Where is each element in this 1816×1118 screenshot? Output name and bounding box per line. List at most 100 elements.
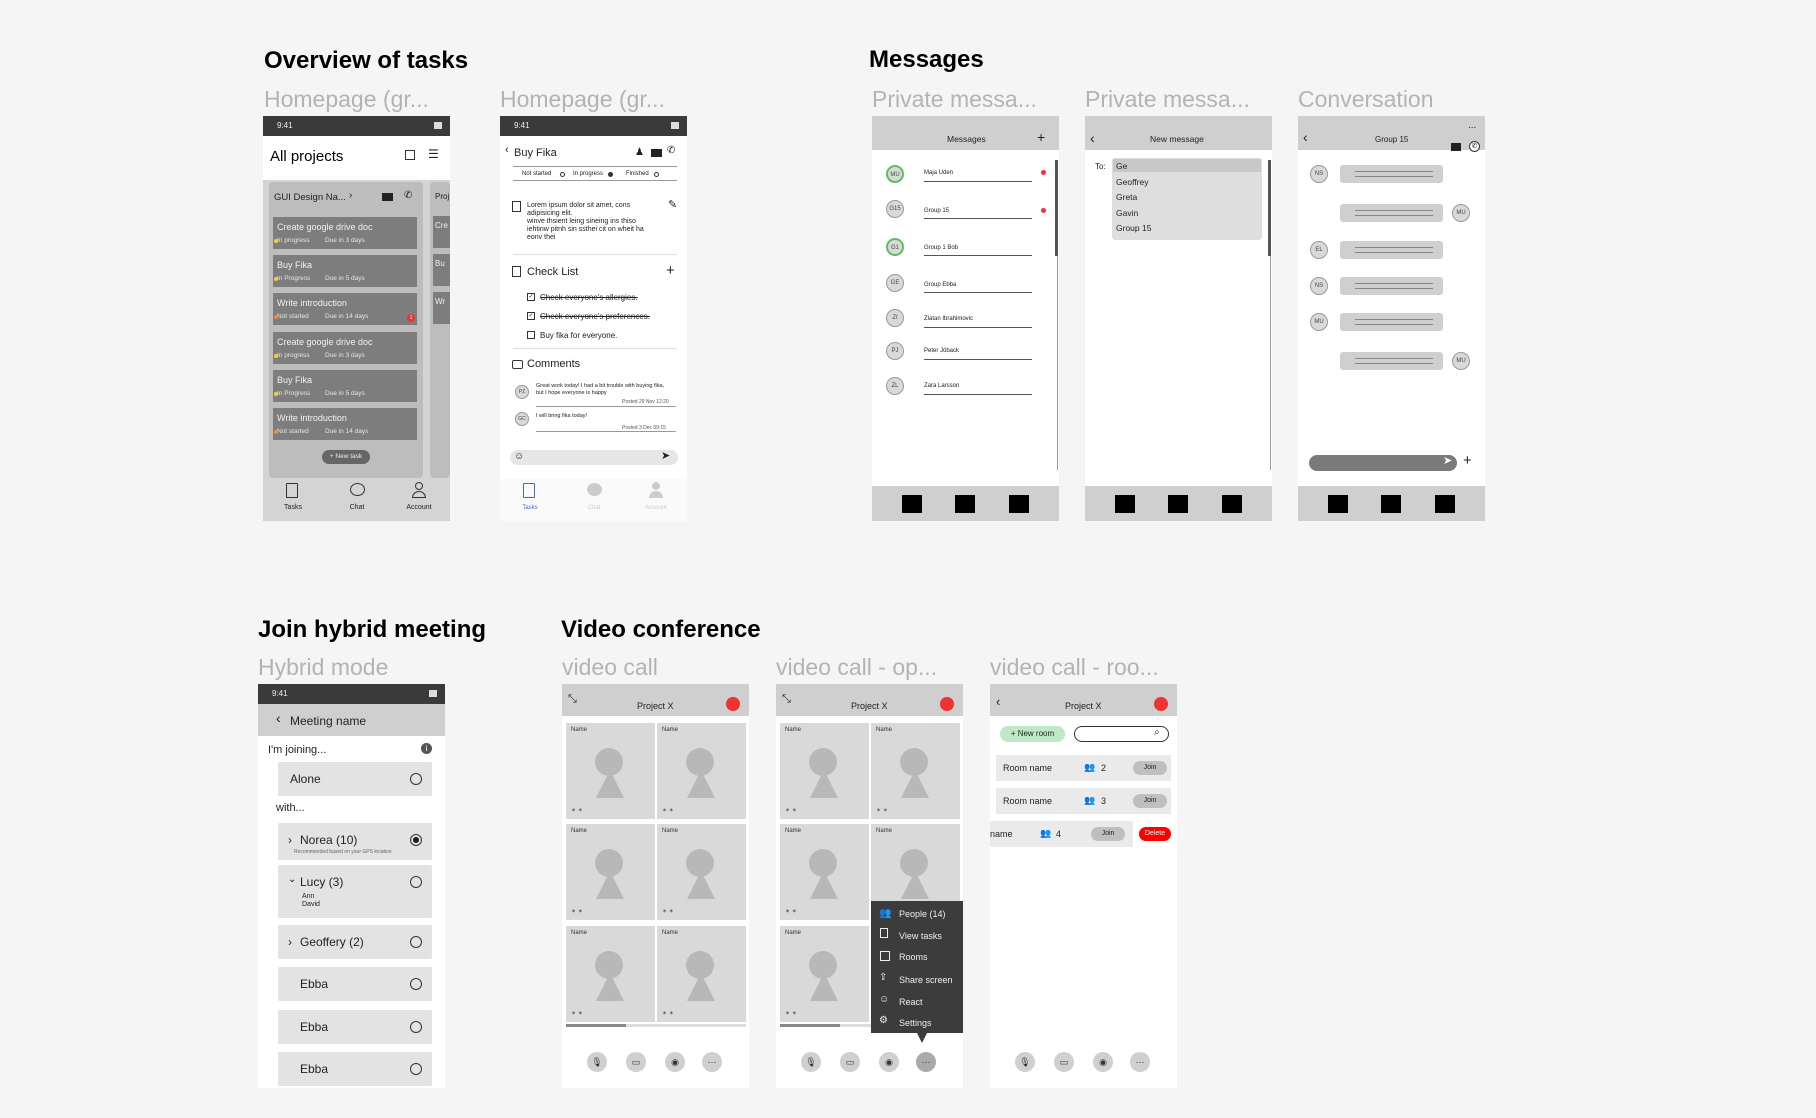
contact-name[interactable]: Zara Larsson [924,383,959,389]
leave-call-icon[interactable] [1154,697,1168,711]
microphone-icon[interactable]: 🎙 [1015,1052,1035,1072]
nav-chat-placeholder[interactable] [1381,495,1401,513]
tasks-icon[interactable] [523,483,535,498]
checkbox-checked[interactable]: ✓ [527,293,535,301]
suggestion-item[interactable]: Gavin [1116,208,1138,218]
option-alone[interactable]: Alone [278,762,432,796]
video-icon[interactable] [651,149,662,157]
scrollbar[interactable] [1055,160,1058,256]
join-room-button[interactable]: Join [1091,827,1125,841]
message-bubble[interactable] [1340,277,1443,295]
group-option[interactable]: Ebba [278,1010,432,1044]
contact-name[interactable]: Group 15 [924,208,949,214]
new-task-button[interactable]: + New task [322,450,370,464]
account-icon[interactable] [415,482,423,490]
back-icon[interactable]: ‹ [505,144,509,156]
participant-tile[interactable]: Name ✶ ✶ [566,824,655,920]
contact-name[interactable]: Maja Uden [924,170,953,176]
group-option[interactable]: › Norea (10) Recommended based on your G… [278,823,432,860]
camera-icon[interactable]: ▭ [1054,1052,1074,1072]
add-checklist-item-button[interactable]: + [666,262,675,279]
contact-name[interactable]: Group Ebba [924,282,956,288]
new-room-button[interactable]: + New room [1000,726,1065,742]
suggestion-item[interactable]: Group 15 [1116,223,1151,233]
task-card[interactable]: Create google drive doc In progress Due in… [273,217,417,249]
room-row[interactable]: Room name 👥 3 Join [996,788,1171,814]
nav-tasks-placeholder[interactable] [902,495,922,513]
room-row-swiped[interactable]: name 👥 4 Join [990,821,1133,847]
camera-icon[interactable]: ▭ [840,1052,860,1072]
delete-room-button[interactable]: Delete [1139,827,1171,841]
search-icon[interactable]: ⌕ [1154,727,1160,738]
radio-not-started[interactable] [560,172,565,177]
participant-tile[interactable]: Name ✶ ✶ [566,926,655,1022]
checkbox-checked[interactable]: ✓ [527,312,535,320]
menu-item-rooms[interactable]: Rooms [899,952,928,962]
suggestion-item[interactable]: Geoffrey [1116,177,1148,187]
send-icon[interactable]: ➤ [661,449,670,462]
emoji-icon[interactable]: ☺ [514,451,524,462]
message-bubble[interactable] [1340,313,1443,331]
nav-account-placeholder[interactable] [1222,495,1242,513]
participant-tile[interactable]: Name ✶ ✶ [657,723,746,819]
participant-tile[interactable]: Name ✶ ✶ [657,926,746,1022]
back-icon[interactable]: ‹ [1090,130,1095,146]
nav-chat-placeholder[interactable] [1168,495,1188,513]
suggestion-item[interactable]: Greta [1116,192,1137,202]
more-options-button[interactable]: ⋯ [916,1052,936,1072]
room-row[interactable]: Room name 👥 2 Join [996,755,1171,781]
chat-icon[interactable] [587,483,602,496]
participant-tile[interactable]: Name ✶ ✶ [566,723,655,819]
video-icon[interactable] [382,193,393,201]
phone-icon[interactable]: ✆ [404,190,412,201]
task-card[interactable]: Write introduction Not started Due in 14 d… [273,408,417,440]
comment-input[interactable] [510,450,678,465]
nav-tasks-placeholder[interactable] [1328,495,1348,513]
participant-tile[interactable]: Name ✶ ✶ [780,723,869,819]
message-bubble[interactable] [1340,204,1443,222]
microphone-icon[interactable]: 🎙 [587,1052,607,1072]
nav-account-placeholder[interactable] [1009,495,1029,513]
photo-icon[interactable]: ◉ [1093,1052,1113,1072]
edit-icon[interactable]: ✎ [668,198,677,211]
menu-item-people[interactable]: People (14) [899,909,946,919]
microphone-icon[interactable]: 🎙 [801,1052,821,1072]
message-input[interactable] [1309,455,1457,471]
message-bubble[interactable] [1340,165,1443,183]
radio-button[interactable] [410,978,422,990]
chevron-right-icon[interactable]: › [288,935,292,949]
more-icon[interactable]: ... [1468,120,1476,131]
task-card[interactable]: Buy Fika In Progress Due in 5 days [273,370,417,402]
radio-button[interactable] [410,773,422,785]
copy-icon[interactable] [405,150,415,160]
chat-icon[interactable] [350,483,365,496]
radio-button[interactable] [410,936,422,948]
nav-tasks-placeholder[interactable] [1115,495,1135,513]
filter-icon[interactable]: ☰ [428,147,439,161]
nav-chat-placeholder[interactable] [955,495,975,513]
recipient-input[interactable] [1113,159,1261,172]
task-card[interactable]: Create google drive doc In progress Due in… [273,332,417,364]
leave-call-icon[interactable] [726,697,740,711]
contact-name[interactable]: Group 1 Bob [924,245,958,251]
chevron-right-icon[interactable]: › [288,833,292,847]
minimize-icon[interactable]: ⤡ [568,693,577,706]
more-options-button[interactable]: ⋯ [1130,1052,1150,1072]
camera-icon[interactable]: ▭ [626,1052,646,1072]
info-icon[interactable]: i [421,743,432,754]
menu-item-share-screen[interactable]: Share screen [899,975,953,985]
group-icon[interactable]: ♟ [635,147,644,158]
account-icon[interactable] [652,482,660,490]
photo-icon[interactable]: ◉ [665,1052,685,1072]
new-message-button[interactable]: + [1037,129,1045,145]
radio-in-progress[interactable] [608,172,613,177]
photo-icon[interactable]: ◉ [879,1052,899,1072]
back-icon[interactable]: ‹ [1303,129,1308,145]
group-option[interactable]: ⌄ Lucy (3) Ann David [278,865,432,918]
checkbox-unchecked[interactable] [527,331,535,339]
menu-item-settings[interactable]: Settings [899,1018,932,1028]
menu-item-view-tasks[interactable]: View tasks [899,931,942,941]
message-bubble[interactable] [1340,352,1443,370]
send-icon[interactable]: ➤ [1443,454,1452,467]
join-room-button[interactable]: Join [1133,794,1167,808]
